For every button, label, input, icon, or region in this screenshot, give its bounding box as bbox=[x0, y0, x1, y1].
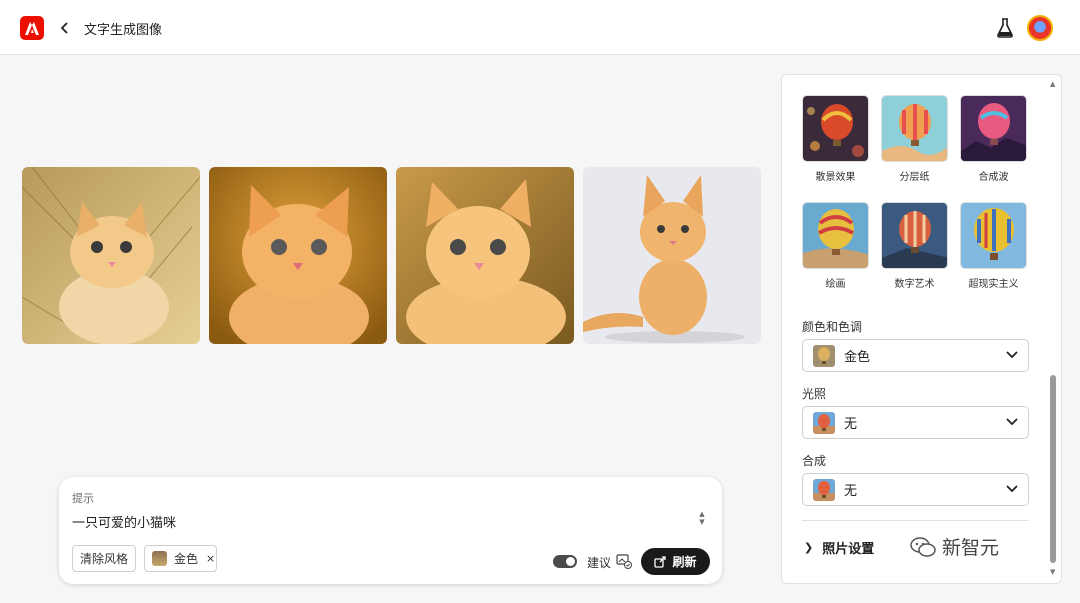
gold-balloon-thumbnail bbox=[152, 551, 167, 566]
panel-scrollbar[interactable]: ▲ ▼ bbox=[1047, 75, 1061, 583]
effect-label: 分层纸 bbox=[899, 172, 930, 183]
style-chip-label: 金色 bbox=[174, 552, 199, 566]
lighting-label: 光照 bbox=[802, 387, 827, 401]
effect-label: 合成波 bbox=[978, 172, 1009, 183]
refresh-button[interactable]: 刷新 bbox=[641, 548, 710, 575]
prompt-input[interactable]: 一只可爱的小猫咪 bbox=[72, 512, 176, 531]
image-check-icon[interactable] bbox=[616, 553, 632, 569]
result-image-3[interactable] bbox=[396, 167, 574, 344]
page-title: 文字生成图像 bbox=[84, 23, 163, 38]
scroll-down-icon[interactable]: ▼ bbox=[1050, 568, 1055, 576]
composition-label: 合成 bbox=[802, 454, 827, 468]
prompt-resize-icon[interactable]: ▲ ▼ bbox=[697, 510, 707, 528]
scrollbar-thumb[interactable] bbox=[1050, 375, 1056, 563]
photo-settings-toggle[interactable]: ❯ 照片设置 bbox=[804, 538, 874, 557]
watermark: 新智元 bbox=[910, 533, 999, 560]
composition-select[interactable]: 无 bbox=[802, 473, 1029, 506]
color-tone-label: 颜色和色调 bbox=[802, 320, 863, 334]
effect-label: 数字艺术 bbox=[894, 279, 935, 290]
watermark-text: 新智元 bbox=[942, 537, 1000, 559]
flask-icon[interactable] bbox=[996, 18, 1014, 38]
chevron-down-icon bbox=[1006, 351, 1018, 359]
effect-label: 超现实主义 bbox=[968, 279, 1019, 290]
photo-settings-label: 照片设置 bbox=[822, 542, 875, 557]
balloon-thumbnail bbox=[813, 411, 835, 434]
clear-style-button[interactable]: 清除风格 bbox=[72, 545, 136, 572]
style-chip-gold[interactable]: 金色 × bbox=[144, 545, 217, 572]
adobe-logo-icon[interactable] bbox=[20, 16, 44, 40]
wechat-icon bbox=[910, 536, 936, 557]
composition-value: 无 bbox=[844, 484, 858, 499]
top-bar: 文字生成图像 bbox=[0, 0, 1080, 55]
divider bbox=[802, 520, 1029, 521]
chevron-down-icon bbox=[1006, 418, 1018, 426]
color-tone-value: 金色 bbox=[844, 350, 871, 365]
lighting-select[interactable]: 无 bbox=[802, 406, 1029, 439]
effect-digital-art[interactable]: 数字艺术 bbox=[881, 202, 948, 290]
effect-bokeh[interactable]: 散景效果 bbox=[802, 95, 869, 183]
result-image-2[interactable] bbox=[209, 167, 387, 344]
back-chevron-icon[interactable] bbox=[58, 18, 72, 38]
close-icon[interactable]: × bbox=[206, 552, 215, 565]
result-image-1[interactable] bbox=[22, 167, 200, 344]
refresh-label: 刷新 bbox=[672, 555, 697, 569]
suggestions-label: 建议 bbox=[587, 556, 612, 570]
effect-surrealism[interactable]: 超现实主义 bbox=[960, 202, 1027, 290]
painting-balloon-thumbnail bbox=[802, 202, 869, 269]
prompt-panel: 提示 一只可爱的小猫咪 ▲ ▼ 清除风格 金色 × 建议 刷新 bbox=[59, 477, 722, 584]
digital-art-balloon-thumbnail bbox=[881, 202, 948, 269]
synthwave-balloon-thumbnail bbox=[960, 95, 1027, 162]
effect-label: 散景效果 bbox=[815, 172, 856, 183]
gold-balloon-thumbnail bbox=[813, 344, 835, 367]
chevron-down-icon bbox=[1006, 485, 1018, 493]
suggestions-toggle[interactable] bbox=[553, 555, 577, 568]
effect-painting[interactable]: 绘画 bbox=[802, 202, 869, 290]
prompt-label: 提示 bbox=[72, 492, 94, 505]
effect-layered-paper[interactable]: 分层纸 bbox=[881, 95, 948, 183]
balloon-thumbnail bbox=[813, 478, 835, 501]
chevron-right-icon: ❯ bbox=[804, 541, 814, 554]
style-settings-panel: 散景效果 分层纸 合成波 绘画 数字艺术 超现实主义 颜色和色调 金色 光照 无… bbox=[781, 74, 1062, 584]
lighting-value: 无 bbox=[844, 417, 858, 432]
color-tone-select[interactable]: 金色 bbox=[802, 339, 1029, 372]
avatar[interactable] bbox=[1027, 15, 1053, 41]
surrealism-balloon-thumbnail bbox=[960, 202, 1027, 269]
effect-synthwave[interactable]: 合成波 bbox=[960, 95, 1027, 183]
refresh-icon bbox=[654, 555, 667, 568]
effect-label: 绘画 bbox=[825, 279, 846, 290]
bokeh-balloon-thumbnail bbox=[802, 95, 869, 162]
paper-balloon-thumbnail bbox=[881, 95, 948, 162]
result-image-4[interactable] bbox=[583, 167, 761, 344]
scroll-up-icon[interactable]: ▲ bbox=[1050, 80, 1055, 88]
